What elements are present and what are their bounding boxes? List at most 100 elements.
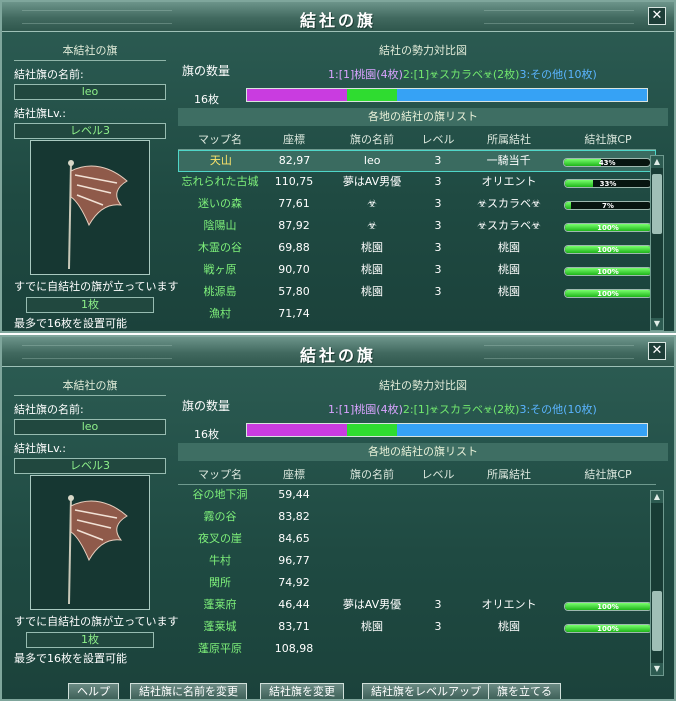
flag-name-cell: ☣ xyxy=(367,219,377,232)
own-flag-section: 本結社の旗 結社旗の名前: leo 結社旗Lv.: レベル3 xyxy=(14,42,166,139)
flag-name-cell: 桃園 xyxy=(361,241,383,254)
scroll-down-icon[interactable]: ▼ xyxy=(651,318,663,330)
cp-progress-bar: 100% xyxy=(564,244,652,254)
guild-cell: 桃園 xyxy=(498,263,520,276)
map-name-cell: 木霊の谷 xyxy=(198,241,242,254)
legend-item-3: 3:その他(10枚) xyxy=(519,403,597,416)
help-button[interactable]: ヘルプ xyxy=(68,683,119,699)
total-flag-count: 16枚 xyxy=(194,93,219,106)
cp-cell: 100% xyxy=(560,282,656,304)
cp-cell xyxy=(560,485,656,507)
col-level[interactable]: レベル xyxy=(418,465,458,484)
guild-cell xyxy=(458,639,560,661)
level-cell xyxy=(418,485,458,507)
flag-name-cell: 夢はAV男優 xyxy=(342,598,402,611)
table-row[interactable]: 蓬莱城 83,71 桃園 3 桃園 100% xyxy=(178,617,656,639)
table-row[interactable]: 蓬原平原 108,98 xyxy=(178,639,656,661)
col-coord[interactable]: 座標 xyxy=(262,130,326,149)
coord-cell: 87,92 xyxy=(278,219,310,232)
level-cell: 3 xyxy=(434,620,442,633)
guild-cell: ☣スカラベ☣ xyxy=(477,219,541,232)
scroll-down-icon[interactable]: ▼ xyxy=(651,663,663,675)
level-cell: 3 xyxy=(434,175,442,188)
col-level[interactable]: レベル xyxy=(418,130,458,149)
raise-flag-button[interactable]: 旗を立てる xyxy=(488,683,561,699)
cp-cell: 100% xyxy=(560,238,656,260)
coord-cell: 74,92 xyxy=(278,576,310,589)
col-flag-name[interactable]: 旗の名前 xyxy=(326,465,418,484)
flag-level-value: レベル3 xyxy=(14,123,166,139)
guild-flag-icon xyxy=(68,495,128,605)
table-row[interactable]: 迷いの森 77,61 ☣ 3 ☣スカラベ☣ 7% xyxy=(178,194,656,216)
flag-image-frame xyxy=(30,475,150,610)
ratio-legend: 1:[1]桃園(4枚)2:[1]☣スカラベ☣(2枚)3:その他(10枚) xyxy=(328,66,597,82)
ratio-segment-1 xyxy=(247,424,347,436)
table-row[interactable]: 夜叉の崖 84,65 xyxy=(178,529,656,551)
table-row[interactable]: 霧の谷 83,82 xyxy=(178,507,656,529)
levelup-flag-button[interactable]: 結社旗をレベルアップ xyxy=(362,683,490,699)
table-body: 谷の地下洞 59,44 霧の谷 83,82 夜叉の崖 84,65 牛村 96,77 関所 74,9… xyxy=(178,485,656,661)
scroll-up-icon[interactable]: ▲ xyxy=(651,491,663,503)
flag-list-table: マップ名 座標 旗の名前 レベル 所属結社 結社旗CP 谷の地下洞 59,44 霧の… xyxy=(178,465,656,661)
scroll-up-icon[interactable]: ▲ xyxy=(651,156,663,168)
table-row[interactable]: 天山 82,97 leo 3 一騎当千 43% xyxy=(178,150,656,172)
legend-item-2: 2:[1]☣スカラベ☣(2枚) xyxy=(402,68,520,81)
title-bar[interactable]: 結社の旗 ✕ xyxy=(2,2,674,32)
scroll-thumb[interactable] xyxy=(652,174,662,234)
scroll-thumb[interactable] xyxy=(652,591,662,651)
flag-name-cell: 桃園 xyxy=(361,285,383,298)
ratio-segment-2 xyxy=(347,424,397,436)
table-row[interactable]: 蓬莱府 46,44 夢はAV男優 3 オリエント 100% xyxy=(178,595,656,617)
guild-cell: 一騎当千 xyxy=(486,154,531,167)
table-row[interactable]: 関所 74,92 xyxy=(178,573,656,595)
title-bar[interactable]: 結社の旗 ✕ xyxy=(2,337,674,367)
window-title: 結社の旗 xyxy=(299,346,376,365)
col-map[interactable]: マップ名 xyxy=(178,130,262,149)
cp-cell xyxy=(560,551,656,573)
table-row[interactable]: 戦ヶ原 90,70 桃園 3 桃園 100% xyxy=(178,260,656,282)
guild-flag-window-bottom: 結社の旗 ✕ 本結社の旗 結社旗の名前: leo 結社旗Lv.: レベル3 すで… xyxy=(0,335,676,701)
cp-percent-label: 100% xyxy=(597,245,619,254)
cp-progress-bar: 100% xyxy=(564,288,652,298)
own-flag-section: 本結社の旗 結社旗の名前: leo 結社旗Lv.: レベル3 xyxy=(14,377,166,474)
table-body: 天山 82,97 leo 3 一騎当千 43% 忘れられた古城 110,75 夢はAV男優 3 オリ… xyxy=(178,150,656,326)
ratio-segment-1 xyxy=(247,89,347,101)
flag-name-cell xyxy=(326,529,418,551)
table-row[interactable]: 漁村 71,74 xyxy=(178,304,656,326)
level-cell: 3 xyxy=(434,598,442,611)
col-guild[interactable]: 所属結社 xyxy=(458,465,560,484)
flag-name-cell xyxy=(326,551,418,573)
coord-cell: 83,71 xyxy=(278,620,310,633)
change-flag-button[interactable]: 結社旗を変更 xyxy=(260,683,344,699)
map-name-cell: 漁村 xyxy=(209,307,231,320)
cp-percent-label: 100% xyxy=(597,223,619,232)
power-compare-section: 結社の勢力対比図 旗の数量 1:[1]桃園(4枚)2:[1]☣スカラベ☣(2枚)… xyxy=(178,42,668,320)
table-row[interactable]: 谷の地下洞 59,44 xyxy=(178,485,656,507)
col-guild[interactable]: 所属結社 xyxy=(458,130,560,149)
table-row[interactable]: 木霊の谷 69,88 桃園 3 桃園 100% xyxy=(178,238,656,260)
table-row[interactable]: 陰陽山 87,92 ☣ 3 ☣スカラベ☣ 100% xyxy=(178,216,656,238)
flag-count-label: 旗の数量 xyxy=(182,64,231,78)
own-flag-title: 本結社の旗 xyxy=(14,42,166,61)
close-icon[interactable]: ✕ xyxy=(648,342,666,360)
col-cp[interactable]: 結社旗CP xyxy=(560,130,656,149)
power-compare-title: 結社の勢力対比図 xyxy=(379,44,467,57)
flag-name-value: leo xyxy=(14,84,166,100)
col-cp[interactable]: 結社旗CP xyxy=(560,465,656,484)
col-coord[interactable]: 座標 xyxy=(262,465,326,484)
level-cell: 3 xyxy=(434,241,442,254)
list-scrollbar[interactable]: ▲ ▼ xyxy=(650,155,664,331)
col-map[interactable]: マップ名 xyxy=(178,465,262,484)
guild-flag-icon xyxy=(68,160,128,270)
close-icon[interactable]: ✕ xyxy=(648,7,666,25)
list-scrollbar[interactable]: ▲ ▼ xyxy=(650,490,664,676)
flag-image-frame xyxy=(30,140,150,275)
guild-cell: 桃園 xyxy=(498,241,520,254)
ratio-segment-3 xyxy=(397,89,647,101)
col-flag-name[interactable]: 旗の名前 xyxy=(326,130,418,149)
flag-name-cell: 夢はAV男優 xyxy=(342,175,402,188)
table-row[interactable]: 忘れられた古城 110,75 夢はAV男優 3 オリエント 33% xyxy=(178,172,656,194)
table-row[interactable]: 牛村 96,77 xyxy=(178,551,656,573)
table-row[interactable]: 桃源島 57,80 桃園 3 桃園 100% xyxy=(178,282,656,304)
rename-flag-button[interactable]: 結社旗に名前を変更 xyxy=(130,683,247,699)
